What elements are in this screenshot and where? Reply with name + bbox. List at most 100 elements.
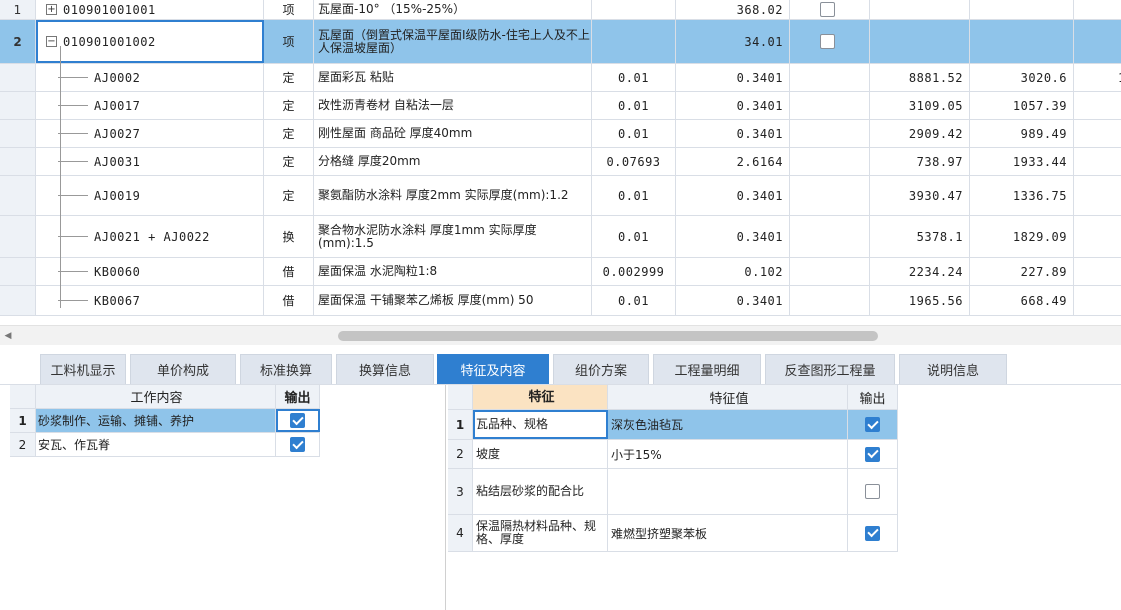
output-cell[interactable]: [276, 409, 320, 432]
feature-value-cell[interactable]: 小于15%: [608, 440, 848, 468]
unit-quantity-cell[interactable]: [592, 0, 676, 19]
tab-unit-price[interactable]: 单价构成: [130, 354, 236, 384]
bill-code-cell[interactable]: − 010901001002: [36, 20, 264, 63]
pane-divider[interactable]: [445, 385, 446, 610]
item-name-cell[interactable]: 改性沥青卷材 自粘法一层: [314, 92, 592, 119]
feature-cell[interactable]: 坡度: [473, 440, 608, 468]
tab-conversion-info[interactable]: 换算信息: [336, 354, 434, 384]
grid-row-quota[interactable]: AJ0019 定 聚氨酯防水涂料 厚度2mm 实际厚度(mm):1.2 0.01…: [0, 176, 1121, 216]
output-checkbox[interactable]: [290, 437, 305, 452]
quota-code-cell[interactable]: AJ0021 + AJ0022: [36, 216, 264, 257]
table-row[interactable]: 3 粘结层砂浆的配合比: [448, 469, 898, 515]
tab-pricing-plan[interactable]: 组价方案: [553, 354, 649, 384]
item-name-cell[interactable]: 瓦屋面-10° （15%-25%）: [314, 0, 592, 19]
quota-code-cell[interactable]: AJ0017: [36, 92, 264, 119]
feature-cell[interactable]: 粘结层砂浆的配合比: [473, 469, 608, 514]
quota-code-cell[interactable]: KB0060: [36, 258, 264, 285]
output-cell[interactable]: [276, 433, 320, 456]
header-output[interactable]: 输出: [276, 385, 320, 408]
output-checkbox[interactable]: [865, 446, 880, 462]
quantity-cell[interactable]: 0.102: [676, 258, 790, 285]
header-feature-value[interactable]: 特征值: [608, 385, 848, 409]
quantity-cell[interactable]: 0.3401: [676, 120, 790, 147]
quantity-cell[interactable]: 2.6164: [676, 148, 790, 175]
horizontal-scrollbar[interactable]: ◀: [0, 325, 1121, 345]
grid-row-quota[interactable]: AJ0021 + AJ0022 换 聚合物水泥防水涂料 厚度1mm 实际厚度(m…: [0, 216, 1121, 258]
work-content-cell[interactable]: 砂浆制作、运输、摊铺、养护: [36, 409, 276, 432]
quantity-cell[interactable]: 0.3401: [676, 64, 790, 91]
flag-cell[interactable]: [790, 0, 870, 19]
row-checkbox[interactable]: [820, 34, 835, 49]
feature-value-cell[interactable]: 深灰色油毡瓦: [608, 410, 848, 439]
unit-quantity-cell[interactable]: 0.01: [592, 286, 676, 315]
tab-description-info[interactable]: 说明信息: [899, 354, 1007, 384]
table-row[interactable]: 4 保温隔热材料品种、规格、厚度 难燃型挤塑聚苯板: [448, 515, 898, 552]
quantity-cell[interactable]: 0.3401: [676, 286, 790, 315]
item-name-cell[interactable]: 刚性屋面 商品砼 厚度40mm: [314, 120, 592, 147]
expand-icon[interactable]: +: [46, 4, 57, 15]
header-output[interactable]: 输出: [848, 385, 898, 409]
quantity-cell[interactable]: 34.01: [676, 20, 790, 63]
table-row[interactable]: 1 砂浆制作、运输、摊铺、养护: [10, 409, 320, 433]
item-name-cell[interactable]: 屋面保温 水泥陶粒1:8: [314, 258, 592, 285]
quantity-cell[interactable]: 0.3401: [676, 176, 790, 215]
feature-cell[interactable]: 瓦品种、规格: [473, 410, 608, 439]
unit-quantity-cell[interactable]: 0.01: [592, 92, 676, 119]
unit-quantity-cell[interactable]: [592, 20, 676, 63]
output-cell[interactable]: [848, 440, 898, 468]
grid-row-quota[interactable]: AJ0031 定 分格缝 厚度20mm 0.07693 2.6164 738.9…: [0, 148, 1121, 176]
quota-code-cell[interactable]: AJ0027: [36, 120, 264, 147]
scroll-left-icon[interactable]: ◀: [2, 329, 14, 343]
grid-row-quota[interactable]: KB0067 借 屋面保温 干铺聚苯乙烯板 厚度(mm) 50 0.01 0.3…: [0, 286, 1121, 316]
tab-reverse-graphic-quantity[interactable]: 反查图形工程量: [765, 354, 895, 384]
item-name-cell[interactable]: 聚合物水泥防水涂料 厚度1mm 实际厚度(mm):1.5: [314, 216, 592, 257]
quota-code-cell[interactable]: KB0067: [36, 286, 264, 315]
output-checkbox[interactable]: [865, 484, 880, 499]
feature-value-cell[interactable]: 难燃型挤塑聚苯板: [608, 515, 848, 551]
output-cell[interactable]: [848, 515, 898, 551]
tab-features-content[interactable]: 特征及内容: [437, 354, 549, 384]
output-cell[interactable]: [848, 469, 898, 514]
quota-code-cell[interactable]: AJ0031: [36, 148, 264, 175]
output-cell[interactable]: [848, 410, 898, 439]
item-name-cell[interactable]: 分格缝 厚度20mm: [314, 148, 592, 175]
collapse-icon[interactable]: −: [46, 36, 57, 47]
unit-quantity-cell[interactable]: 0.01: [592, 216, 676, 257]
item-name-cell[interactable]: 聚氨酯防水涂料 厚度2mm 实际厚度(mm):1.2: [314, 176, 592, 215]
feature-cell[interactable]: 保温隔热材料品种、规格、厚度: [473, 515, 608, 551]
item-name-cell[interactable]: 瓦屋面（倒置式保温平屋面I级防水-住宅上人及不上人保温坡屋面）: [314, 20, 592, 63]
header-feature[interactable]: 特征: [473, 385, 608, 409]
output-checkbox[interactable]: [290, 413, 305, 428]
tab-quantity-detail[interactable]: 工程量明细: [653, 354, 761, 384]
header-work-content[interactable]: 工作内容: [36, 385, 276, 408]
unit-quantity-cell[interactable]: 0.01: [592, 176, 676, 215]
grid-row-quota[interactable]: KB0060 借 屋面保温 水泥陶粒1:8 0.002999 0.102 223…: [0, 258, 1121, 286]
grid-row-bill[interactable]: 1 + 010901001001 项 瓦屋面-10° （15%-25%） 368…: [0, 0, 1121, 20]
unit-quantity-cell[interactable]: 0.07693: [592, 148, 676, 175]
item-name-cell[interactable]: 屋面彩瓦 粘贴: [314, 64, 592, 91]
quantity-cell[interactable]: 0.3401: [676, 92, 790, 119]
quota-code-cell[interactable]: AJ0002: [36, 64, 264, 91]
bill-code-cell[interactable]: + 010901001001: [36, 0, 264, 19]
work-content-cell[interactable]: 安瓦、作瓦脊: [36, 433, 276, 456]
scrollbar-thumb[interactable]: [338, 331, 878, 341]
flag-cell[interactable]: [790, 20, 870, 63]
unit-quantity-cell[interactable]: 0.002999: [592, 258, 676, 285]
table-row[interactable]: 1 瓦品种、规格 深灰色油毡瓦: [448, 410, 898, 440]
quantity-cell[interactable]: 368.02: [676, 0, 790, 19]
unit-quantity-cell[interactable]: 0.01: [592, 64, 676, 91]
grid-row-quota[interactable]: AJ0017 定 改性沥青卷材 自粘法一层 0.01 0.3401 3109.0…: [0, 92, 1121, 120]
grid-row-bill-selected[interactable]: 2 − 010901001002 项 瓦屋面（倒置式保温平屋面I级防水-住宅上人…: [0, 20, 1121, 64]
quantity-cell[interactable]: 0.3401: [676, 216, 790, 257]
table-row[interactable]: 2 安瓦、作瓦脊: [10, 433, 320, 457]
tab-standard-conversion[interactable]: 标准换算: [240, 354, 332, 384]
tab-material-display[interactable]: 工料机显示: [40, 354, 126, 384]
item-name-cell[interactable]: 屋面保温 干铺聚苯乙烯板 厚度(mm) 50: [314, 286, 592, 315]
grid-row-quota[interactable]: AJ0027 定 刚性屋面 商品砼 厚度40mm 0.01 0.3401 290…: [0, 120, 1121, 148]
unit-quantity-cell[interactable]: 0.01: [592, 120, 676, 147]
row-checkbox[interactable]: [820, 2, 835, 17]
feature-value-cell[interactable]: [608, 469, 848, 514]
table-row[interactable]: 2 坡度 小于15%: [448, 440, 898, 469]
grid-row-quota[interactable]: AJ0002 定 屋面彩瓦 粘贴 0.01 0.3401 8881.52 302…: [0, 64, 1121, 92]
output-checkbox[interactable]: [865, 525, 880, 541]
